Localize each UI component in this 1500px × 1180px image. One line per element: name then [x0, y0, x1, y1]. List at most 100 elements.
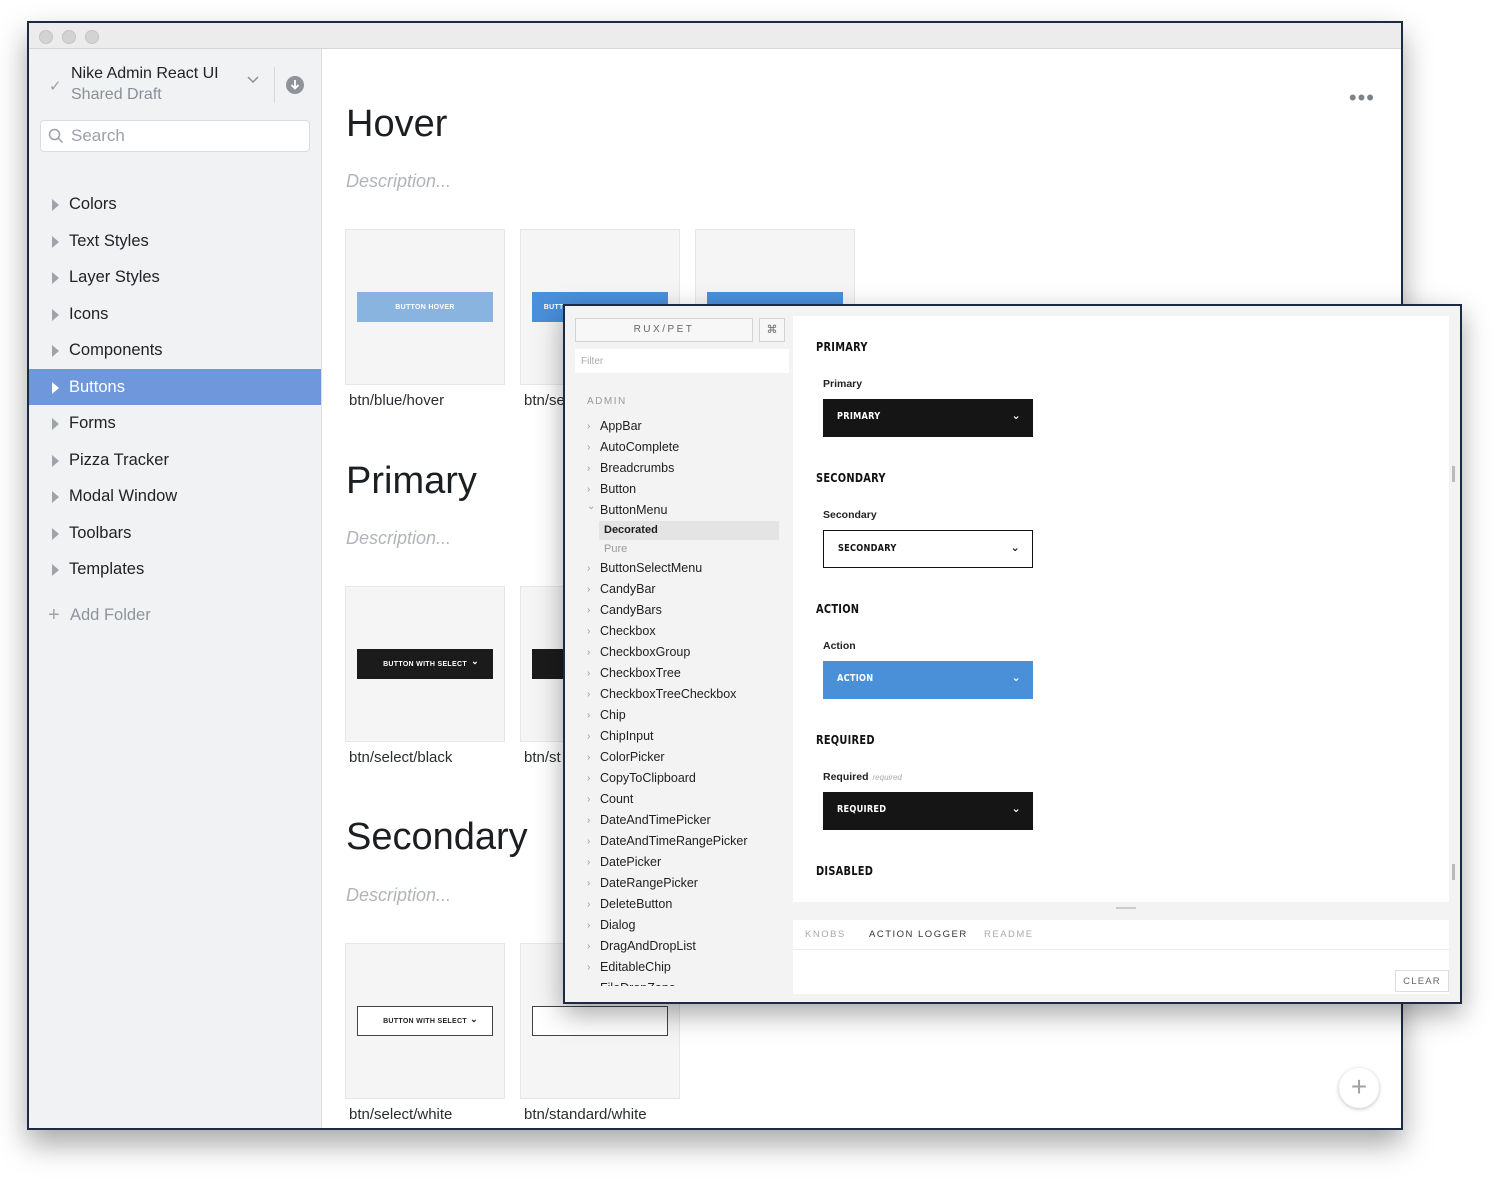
minimize-window-button[interactable] — [62, 30, 76, 44]
story-kind-item[interactable]: › DateRangePicker — [565, 873, 789, 894]
story-item[interactable]: Pure — [565, 540, 789, 559]
symbol-name: btn/st — [524, 749, 561, 766]
symbol-card[interactable]: BUTTON WITH SELECT ⌄ — [345, 586, 505, 742]
folder-item[interactable]: Pizza Tracker — [29, 442, 321, 479]
project-switcher[interactable]: ✓ Nike Admin React UI Shared Draft — [29, 49, 321, 121]
story-kind-item[interactable]: › Dialog — [565, 915, 789, 936]
story-item[interactable]: Decorated — [599, 521, 779, 540]
clear-button[interactable]: CLEAR — [1395, 970, 1449, 992]
chevron-down-icon[interactable] — [247, 73, 259, 85]
select-button[interactable]: REQUIRED ⌄ — [823, 792, 1033, 830]
chevron-right-icon: › — [587, 689, 591, 700]
story-kind-item[interactable]: › DateAndTimeRangePicker — [565, 831, 789, 852]
download-icon[interactable] — [285, 75, 305, 95]
story-kind-item[interactable]: › Breadcrumbs — [565, 458, 789, 479]
add-folder-button[interactable]: + Add Folder — [29, 597, 321, 633]
panel-resize-handle[interactable] — [1116, 907, 1136, 909]
addon-tab[interactable]: KNOBS — [805, 929, 846, 940]
story-kind-item[interactable]: › DeleteButton — [565, 894, 789, 915]
story-kind-item[interactable]: › Count — [565, 789, 789, 810]
story-kind-label: CheckboxTree — [600, 666, 681, 680]
button-thumbnail: BUTTON WITH SELECT ⌄ — [357, 649, 493, 679]
story-kind-item[interactable]: › CandyBars — [565, 600, 789, 621]
folder-label: Toolbars — [69, 523, 132, 542]
disclosure-triangle-icon[interactable] — [52, 199, 59, 211]
story-kind-item[interactable]: › CheckboxTree — [565, 663, 789, 684]
disclosure-triangle-icon[interactable] — [52, 527, 59, 540]
story-kind-item[interactable]: › AppBar — [565, 416, 789, 437]
scrollbar-thumb[interactable] — [1452, 864, 1455, 880]
folder-item[interactable]: Components — [29, 332, 321, 369]
folder-item[interactable]: Forms — [29, 405, 321, 442]
symbol-card[interactable]: BUTTON HOVER — [345, 229, 505, 385]
story-kind-item[interactable]: › Button — [565, 479, 789, 500]
folder-item[interactable]: Colors — [29, 186, 321, 223]
folder-item[interactable]: Buttons — [29, 368, 321, 405]
story-kind-item[interactable]: › ColorPicker — [565, 747, 789, 768]
story-kind-item[interactable]: › FileDropZone — [565, 978, 789, 986]
section-description[interactable]: Description... — [346, 885, 451, 906]
folder-label: Layer Styles — [69, 268, 160, 286]
story-kind-item[interactable]: › DateAndTimePicker — [565, 810, 789, 831]
folder-list: Colors Text Styles Layer Styles Icons Compon… — [29, 186, 321, 588]
story-kind-item[interactable]: › ButtonSelectMenu — [565, 558, 789, 579]
addon-tab[interactable]: README — [984, 929, 1034, 940]
scrollbar-thumb[interactable] — [1452, 466, 1455, 482]
chevron-right-icon: › — [587, 815, 591, 826]
search-input[interactable] — [71, 124, 301, 148]
disclosure-triangle-icon[interactable] — [52, 381, 59, 394]
folder-item[interactable]: Modal Window — [29, 478, 321, 515]
select-button[interactable]: PRIMARY ⌄ — [823, 399, 1033, 437]
chevron-right-icon: › — [587, 794, 591, 805]
story-kind-item[interactable]: › DatePicker — [565, 852, 789, 873]
story-kind-item[interactable]: › CopyToClipboard — [565, 768, 789, 789]
story-kind-item[interactable]: › CheckboxGroup — [565, 642, 789, 663]
story-kind-item[interactable]: › CheckboxTreeCheckbox — [565, 684, 789, 705]
keyboard-shortcuts-button[interactable]: ⌘ — [759, 318, 785, 342]
section-description[interactable]: Description... — [346, 171, 451, 192]
select-button[interactable]: SECONDARY ⌄ — [823, 530, 1033, 568]
story-kind-label: CheckboxTreeCheckbox — [600, 687, 737, 701]
story-kind-item[interactable]: › Chip — [565, 705, 789, 726]
more-options-icon[interactable]: ••• — [1349, 85, 1375, 111]
story-kind-item[interactable]: › Checkbox — [565, 621, 789, 642]
folder-item[interactable]: Templates — [29, 551, 321, 588]
disclosure-triangle-icon[interactable] — [52, 345, 59, 357]
story-kind-item[interactable]: › CandyBar — [565, 579, 789, 600]
chevron-right-icon: › — [587, 584, 591, 595]
story-kind-item[interactable]: › ChipInput — [565, 726, 789, 747]
symbol-card[interactable]: BUTTON WITH SELECT ⌄ — [345, 943, 505, 1099]
story-kind-label: DateAndTimeRangePicker — [600, 834, 748, 848]
storybook-brand-link[interactable]: RUX/PET — [575, 318, 753, 342]
folder-item[interactable]: Text Styles — [29, 223, 321, 260]
story-kind-label: DateRangePicker — [600, 876, 698, 890]
disclosure-triangle-icon[interactable] — [52, 491, 59, 503]
folder-item[interactable]: Layer Styles — [29, 259, 321, 296]
close-window-button[interactable] — [39, 30, 53, 44]
story-kind-item[interactable]: › EditableChip — [565, 957, 789, 978]
story-kind-item[interactable]: › AutoComplete — [565, 437, 789, 458]
disclosure-triangle-icon[interactable] — [52, 454, 59, 467]
story-label: Decorated — [604, 524, 658, 536]
story-kind-item[interactable]: ⌄ ButtonMenu — [565, 500, 789, 521]
addon-tabs: KNOBS ACTION LOGGER README — [793, 920, 1449, 950]
story-kind-item[interactable]: › DragAndDropList — [565, 936, 789, 957]
disclosure-triangle-icon[interactable] — [52, 272, 59, 284]
disclosure-triangle-icon[interactable] — [52, 564, 59, 576]
chevron-down-icon: ⌄ — [471, 656, 479, 666]
disclosure-triangle-icon[interactable] — [52, 235, 59, 248]
folder-item[interactable]: Toolbars — [29, 515, 321, 552]
filter-input[interactable] — [575, 349, 789, 373]
story-kind-label: ButtonSelectMenu — [600, 561, 703, 575]
button-thumbnail: BUTTON WITH SELECT ⌄ — [357, 1006, 493, 1036]
zoom-window-button[interactable] — [85, 30, 99, 44]
add-button[interactable]: + — [1339, 1068, 1379, 1108]
select-button[interactable]: ACTION ⌄ — [823, 661, 1033, 699]
disclosure-triangle-icon[interactable] — [52, 308, 59, 321]
section-description[interactable]: Description... — [346, 528, 451, 549]
addon-tab[interactable]: ACTION LOGGER — [869, 929, 968, 940]
disclosure-triangle-icon[interactable] — [52, 418, 59, 430]
symbol-name: btn/select/white — [349, 1106, 453, 1123]
search-box[interactable] — [40, 120, 310, 152]
folder-item[interactable]: Icons — [29, 296, 321, 333]
